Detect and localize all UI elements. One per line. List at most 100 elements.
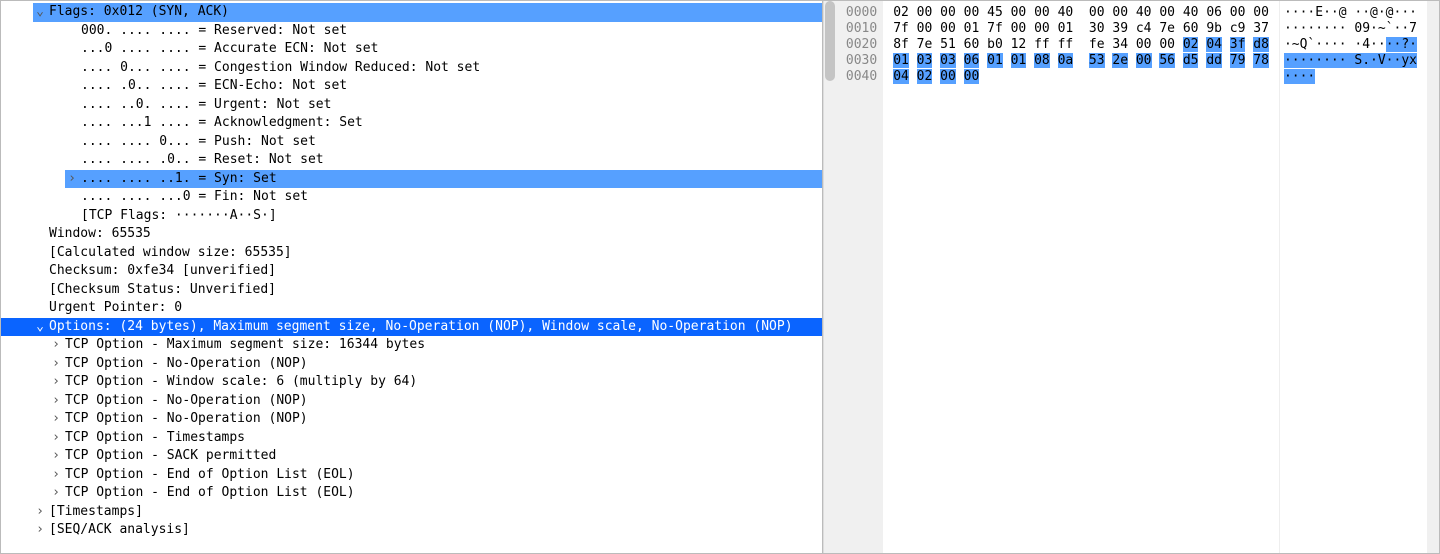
tree-label: [Timestamps]	[47, 503, 822, 522]
tree-label: TCP Option - Window scale: 6 (multiply b…	[63, 373, 822, 392]
tree-label: TCP Option - SACK permitted	[63, 447, 822, 466]
arrow-placeholder	[33, 244, 47, 263]
arrow-placeholder	[65, 59, 79, 78]
tree-label: TCP Option - Maximum segment size: 16344…	[63, 336, 822, 355]
arrow-placeholder	[65, 96, 79, 115]
tree-label: TCP Option - Timestamps	[63, 429, 822, 448]
arrow-placeholder	[33, 225, 47, 244]
tree-row[interactable]: Checksum: 0xfe34 [unverified]	[1, 262, 822, 281]
tree-label: .... ...1 .... = Acknowledgment: Set	[79, 114, 822, 133]
packet-bytes-pane[interactable]: 00000010002000300040 02 00 00 00 45 00 0…	[836, 1, 1439, 553]
tree-row[interactable]: .... .... ...0 = Fin: Not set	[1, 188, 822, 207]
ascii-line[interactable]: ········ S.·V··yx	[1284, 53, 1417, 69]
tree-label: Window: 65535	[47, 225, 822, 244]
chevron-right-icon[interactable]: ›	[33, 503, 47, 522]
tree-row[interactable]: .... ..0. .... = Urgent: Not set	[1, 96, 822, 115]
chevron-right-icon[interactable]: ›	[49, 373, 63, 392]
tree-label: Options: (24 bytes), Maximum segment siz…	[47, 318, 822, 337]
hex-offset-column: 00000010002000300040	[836, 1, 883, 553]
chevron-right-icon[interactable]: ›	[49, 392, 63, 411]
tree-row[interactable]: [TCP Flags: ·······A··S·]	[1, 207, 822, 226]
chevron-right-icon[interactable]: ›	[65, 170, 79, 189]
chevron-right-icon[interactable]: ›	[49, 447, 63, 466]
hex-offset: 0020	[846, 37, 877, 53]
arrow-placeholder	[33, 281, 47, 300]
tree-label: .... .... .0.. = Reset: Not set	[79, 151, 822, 170]
chevron-right-icon[interactable]: ›	[49, 429, 63, 448]
tree-row[interactable]: ›TCP Option - End of Option List (EOL)	[1, 466, 822, 485]
tree-row[interactable]: 000. .... .... = Reserved: Not set	[1, 22, 822, 41]
hex-bytes-column[interactable]: 02 00 00 00 45 00 00 40 00 00 40 00 40 0…	[883, 1, 1279, 553]
arrow-placeholder	[65, 188, 79, 207]
tree-row[interactable]: Window: 65535	[1, 225, 822, 244]
chevron-down-icon[interactable]: ⌄	[33, 318, 47, 337]
tree-row[interactable]: .... .... 0... = Push: Not set	[1, 133, 822, 152]
arrow-placeholder	[65, 40, 79, 59]
ascii-line[interactable]: ····	[1284, 69, 1417, 85]
tree-row[interactable]: ...0 .... .... = Accurate ECN: Not set	[1, 40, 822, 59]
hex-ascii-column[interactable]: ····E··@ ··@·@··········· 09·~`··7·~Q`··…	[1279, 1, 1427, 553]
tree-row[interactable]: ›[Timestamps]	[1, 503, 822, 522]
tree-row[interactable]: .... .... .0.. = Reset: Not set	[1, 151, 822, 170]
tree-label: TCP Option - End of Option List (EOL)	[63, 466, 822, 485]
tree-row[interactable]: [Calculated window size: 65535]	[1, 244, 822, 263]
tree-label: .... .... 0... = Push: Not set	[79, 133, 822, 152]
tree-row[interactable]: Urgent Pointer: 0	[1, 299, 822, 318]
tree-row[interactable]: ›[SEQ/ACK analysis]	[1, 521, 822, 540]
arrow-placeholder	[65, 77, 79, 96]
hex-line[interactable]: 02 00 00 00 45 00 00 40 00 00 40 00 40 0…	[893, 5, 1269, 21]
arrow-placeholder	[65, 133, 79, 152]
arrow-placeholder	[65, 114, 79, 133]
hex-line[interactable]: 8f 7e 51 60 b0 12 ff ff fe 34 00 00 02 0…	[893, 37, 1269, 53]
tree-row[interactable]: ›TCP Option - Timestamps	[1, 429, 822, 448]
tree-row[interactable]: ›.... .... ..1. = Syn: Set	[1, 170, 822, 189]
tree-row[interactable]: ⌄Options: (24 bytes), Maximum segment si…	[1, 318, 822, 337]
chevron-right-icon[interactable]: ›	[49, 410, 63, 429]
tree-label: TCP Option - No-Operation (NOP)	[63, 410, 822, 429]
ascii-line[interactable]: ·~Q`···· ·4····?·	[1284, 37, 1417, 53]
arrow-placeholder	[33, 299, 47, 318]
ascii-line[interactable]: ········ 09·~`··7	[1284, 21, 1417, 37]
tree-row[interactable]: ›TCP Option - SACK permitted	[1, 447, 822, 466]
packet-details-pane[interactable]: ⌄Flags: 0x012 (SYN, ACK) 000. .... .... …	[1, 1, 823, 553]
scrollbar-thumb[interactable]	[825, 1, 835, 81]
tree-row[interactable]: ›TCP Option - Maximum segment size: 1634…	[1, 336, 822, 355]
tree-label: TCP Option - End of Option List (EOL)	[63, 484, 822, 503]
tree-label: Urgent Pointer: 0	[47, 299, 822, 318]
arrow-placeholder	[33, 262, 47, 281]
chevron-right-icon[interactable]: ›	[49, 484, 63, 503]
tree-row[interactable]: .... 0... .... = Congestion Window Reduc…	[1, 59, 822, 78]
tree-label: [TCP Flags: ·······A··S·]	[79, 207, 822, 226]
chevron-right-icon[interactable]: ›	[49, 355, 63, 374]
chevron-right-icon[interactable]: ›	[49, 336, 63, 355]
tree-row[interactable]: ›TCP Option - No-Operation (NOP)	[1, 355, 822, 374]
tree-row[interactable]: .... .0.. .... = ECN-Echo: Not set	[1, 77, 822, 96]
chevron-right-icon[interactable]: ›	[49, 466, 63, 485]
hex-offset: 0000	[846, 5, 877, 21]
arrow-placeholder	[65, 151, 79, 170]
tree-row[interactable]: ›TCP Option - No-Operation (NOP)	[1, 410, 822, 429]
tree-row[interactable]: ›TCP Option - No-Operation (NOP)	[1, 392, 822, 411]
arrow-placeholder	[65, 22, 79, 41]
hex-line[interactable]: 01 03 03 06 01 01 08 0a 53 2e 00 56 d5 d…	[893, 53, 1269, 69]
tree-label: .... .0.. .... = ECN-Echo: Not set	[79, 77, 822, 96]
arrow-placeholder	[65, 207, 79, 226]
chevron-right-icon[interactable]: ›	[33, 521, 47, 540]
hex-offset: 0030	[846, 53, 877, 69]
tree-row[interactable]: ›TCP Option - End of Option List (EOL)	[1, 484, 822, 503]
tree-label: .... ..0. .... = Urgent: Not set	[79, 96, 822, 115]
tree-label: .... .... ...0 = Fin: Not set	[79, 188, 822, 207]
hex-offset: 0040	[846, 69, 877, 85]
hex-line[interactable]: 04 02 00 00	[893, 69, 1269, 85]
tree-row[interactable]: [Checksum Status: Unverified]	[1, 281, 822, 300]
tree-row[interactable]: .... ...1 .... = Acknowledgment: Set	[1, 114, 822, 133]
hex-line[interactable]: 7f 00 00 01 7f 00 00 01 30 39 c4 7e 60 9…	[893, 21, 1269, 37]
details-scrollbar[interactable]	[823, 1, 836, 553]
chevron-down-icon[interactable]: ⌄	[33, 3, 47, 22]
tree-label: [Checksum Status: Unverified]	[47, 281, 822, 300]
tree-label: Checksum: 0xfe34 [unverified]	[47, 262, 822, 281]
tree-row[interactable]: ›TCP Option - Window scale: 6 (multiply …	[1, 373, 822, 392]
tree-row[interactable]: ⌄Flags: 0x012 (SYN, ACK)	[1, 3, 822, 22]
ascii-line[interactable]: ····E··@ ··@·@···	[1284, 5, 1417, 21]
bytes-scrollbar[interactable]	[1427, 1, 1439, 553]
